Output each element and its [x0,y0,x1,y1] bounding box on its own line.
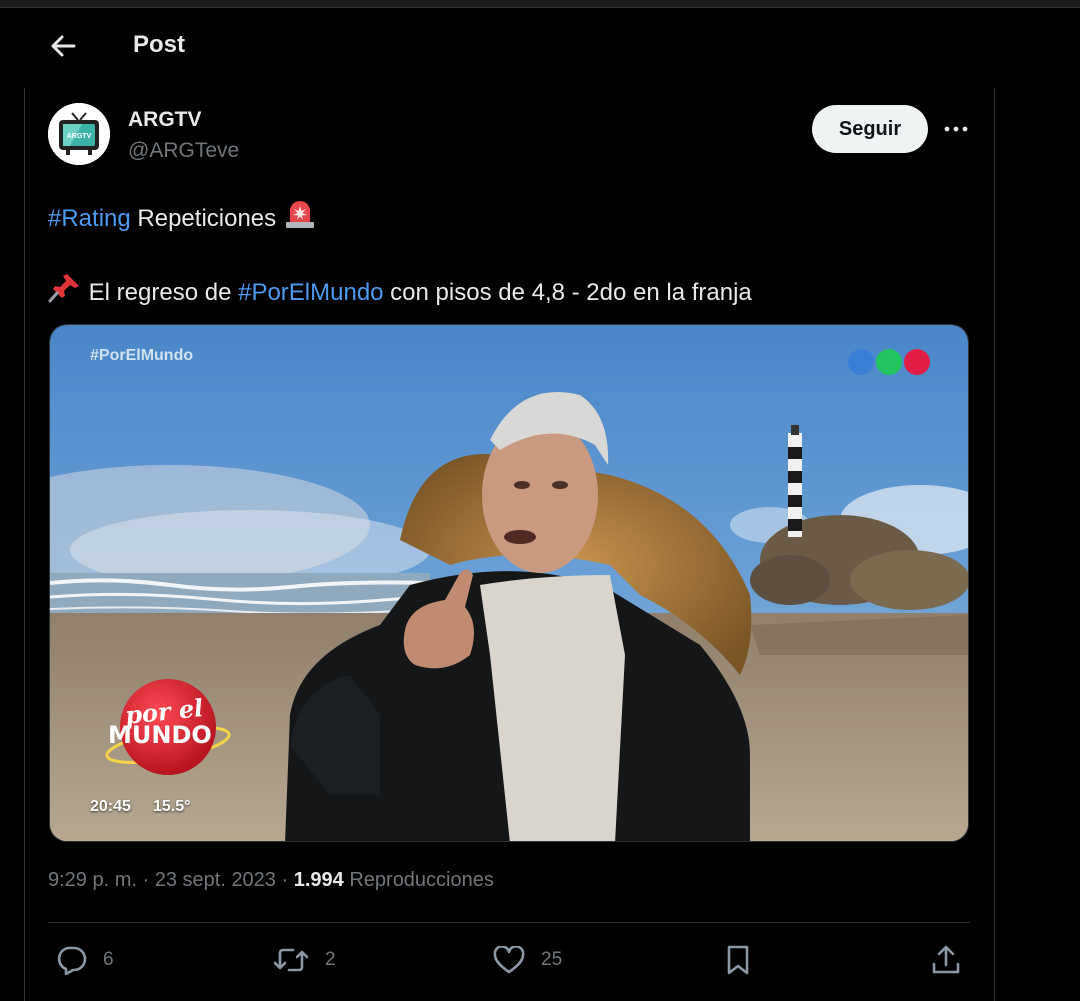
post-metadata: 9:29 p. m. · 23 sept. 2023 · 1.994 Repro… [48,869,494,892]
view-count: 1.994 [293,869,344,891]
back-button[interactable] [40,28,86,64]
repost-button[interactable]: 2 [273,942,336,978]
view-label: Reproducciones [343,869,494,891]
hashtag-link[interactable]: #PorElMundo [238,279,383,306]
video-temperature: 15.5° [153,798,191,815]
author-handle[interactable]: @ARGTeve [128,139,239,163]
column-border-right [994,88,995,1001]
tweet-text-line-1: #Rating Repeticiones [48,197,317,236]
more-icon [944,126,968,132]
post-date[interactable]: 23 sept. 2023 [155,869,276,891]
separator: · [136,869,155,891]
hashtag-link[interactable]: #Rating [48,205,131,232]
repost-icon [273,948,309,972]
avatar[interactable]: ARGTV [48,103,110,165]
bookmark-button[interactable] [722,942,754,978]
window-top-edge [0,0,1080,8]
alarm-light-icon [283,197,317,236]
share-button[interactable] [930,942,962,978]
video-frame [50,325,968,841]
svg-text:ARGTV: ARGTV [67,133,92,140]
more-options-button[interactable] [940,114,972,144]
header: Post [0,8,1080,83]
video-hashtag-overlay: #PorElMundo [90,347,194,364]
reply-icon [57,946,87,975]
back-arrow-icon [51,35,76,57]
tweet-text-segment: con pisos de 4,8 - 2do en la franja [383,279,752,306]
divider [48,922,970,923]
reply-button[interactable]: 6 [55,942,114,978]
column-border-left [24,88,25,1001]
like-icon [493,946,525,974]
like-button[interactable]: 25 [493,942,562,978]
repost-count: 2 [325,949,336,970]
tv-logo-icon: ARGTV [48,103,110,165]
tweet-text-segment: El regreso de [82,279,239,306]
author-display-name[interactable]: ARGTV [128,108,202,132]
show-logo-text: MUNDO [108,721,212,749]
post-time[interactable]: 9:29 p. m. [48,869,137,891]
pushpin-icon [48,271,82,310]
like-count: 25 [541,949,563,970]
reply-count: 6 [103,949,114,970]
separator: · [275,869,294,891]
page-title: Post [133,31,186,58]
video-clock: 20:45 [90,798,131,815]
tweet-text-segment: Repeticiones [130,205,283,232]
follow-button[interactable]: Seguir [812,105,928,153]
video-media[interactable]: #PorElMundo por el MUNDO 20:45 15.5° [49,324,969,842]
bookmark-icon [727,945,749,975]
tweet-text-line-2: El regreso de #PorElMundo con pisos de 4… [48,271,752,310]
share-icon [932,945,960,974]
